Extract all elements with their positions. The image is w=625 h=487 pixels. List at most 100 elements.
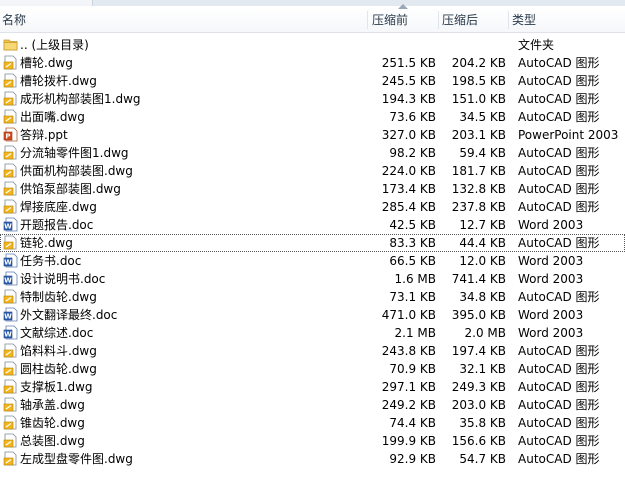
file-compressed-size: 471.0 KB xyxy=(381,308,436,322)
file-compressed-size: 66.5 KB xyxy=(389,254,436,268)
file-name: 总装图.dwg xyxy=(20,434,85,448)
file-name: 圆柱齿轮.dwg xyxy=(20,362,97,376)
file-compressed-size: 73.1 KB xyxy=(389,290,436,304)
folder-icon xyxy=(3,37,18,52)
column-name[interactable]: 名称 xyxy=(0,8,367,32)
file-size: 237.8 KB xyxy=(451,200,506,214)
column-divider[interactable] xyxy=(367,11,368,29)
file-type: AutoCAD 图形 xyxy=(518,182,600,196)
file-type: AutoCAD 图形 xyxy=(518,56,600,70)
file-type: AutoCAD 图形 xyxy=(518,380,600,394)
file-size: 34.8 KB xyxy=(459,290,506,304)
file-row[interactable]: 出面嘴.dwg 73.6 KB 34.5 KB AutoCAD 图形 xyxy=(0,108,625,126)
file-type: Word 2003 xyxy=(518,272,584,286)
file-row[interactable]: 轴承盖.dwg 249.2 KB 203.0 KB AutoCAD 图形 xyxy=(0,396,625,414)
file-name: 链轮.dwg xyxy=(20,236,73,250)
file-row[interactable]: 链轮.dwg 83.3 KB 44.4 KB AutoCAD 图形 xyxy=(0,234,625,252)
dwg-file-icon xyxy=(3,163,18,178)
file-name: 馅料料斗.dwg xyxy=(20,344,97,358)
doc-file-icon: W xyxy=(3,325,18,340)
file-name: 槽轮拨杆.dwg xyxy=(20,74,97,88)
file-compressed-size: 1.6 MB xyxy=(394,272,436,286)
file-row[interactable]: 锥齿轮.dwg 74.4 KB 35.8 KB AutoCAD 图形 xyxy=(0,414,625,432)
doc-file-icon: W xyxy=(3,307,18,322)
column-size[interactable]: 压缩后 xyxy=(440,8,508,32)
file-row[interactable]: 支撑板1.dwg 297.1 KB 249.3 KB AutoCAD 图形 xyxy=(0,378,625,396)
file-type: AutoCAD 图形 xyxy=(518,452,600,466)
file-row[interactable]: 圆柱齿轮.dwg 70.9 KB 32.1 KB AutoCAD 图形 xyxy=(0,360,625,378)
file-type: AutoCAD 图形 xyxy=(518,434,600,448)
dwg-file-icon xyxy=(3,91,18,106)
dwg-file-icon xyxy=(3,343,18,358)
file-size: 249.3 KB xyxy=(451,380,506,394)
file-row[interactable]: P 答辩.ppt 327.0 KB 203.1 KB PowerPoint 2003 xyxy=(0,126,625,144)
file-type: AutoCAD 图形 xyxy=(518,362,600,376)
column-compressed[interactable]: 压缩前 xyxy=(370,4,438,32)
file-name: 轴承盖.dwg xyxy=(20,398,85,412)
svg-text:W: W xyxy=(4,277,12,285)
file-type: PowerPoint 2003 xyxy=(518,128,619,142)
file-size: 181.7 KB xyxy=(451,164,506,178)
file-row[interactable]: W 任务书.doc 66.5 KB 12.0 KB Word 2003 xyxy=(0,252,625,270)
file-size: 203.1 KB xyxy=(451,128,506,142)
file-compressed-size: 92.9 KB xyxy=(389,452,436,466)
dwg-file-icon xyxy=(3,397,18,412)
file-size: 44.4 KB xyxy=(459,236,506,250)
doc-file-icon: W xyxy=(3,271,18,286)
file-row[interactable]: 分流轴零件图1.dwg 98.2 KB 59.4 KB AutoCAD 图形 xyxy=(0,144,625,162)
column-header: 名称 压缩前 压缩后 类型 xyxy=(0,4,625,33)
dwg-file-icon xyxy=(3,181,18,196)
file-list: .. (上级目录) 文件夹 槽轮.dwg 251.5 KB 204.2 KB AutoCA… xyxy=(0,36,625,468)
file-size xyxy=(440,36,506,54)
doc-file-icon: W xyxy=(3,217,18,232)
file-row[interactable]: 槽轮.dwg 251.5 KB 204.2 KB AutoCAD 图形 xyxy=(0,54,625,72)
file-size: 151.0 KB xyxy=(451,92,506,106)
file-type: 文件夹 xyxy=(518,38,555,52)
file-type: Word 2003 xyxy=(518,254,584,268)
file-compressed-size: 98.2 KB xyxy=(389,146,436,160)
file-row[interactable]: 槽轮拨杆.dwg 245.5 KB 198.5 KB AutoCAD 图形 xyxy=(0,72,625,90)
file-size: 54.7 KB xyxy=(459,452,506,466)
file-row[interactable]: 特制齿轮.dwg 73.1 KB 34.8 KB AutoCAD 图形 xyxy=(0,288,625,306)
file-row[interactable]: 馅料料斗.dwg 243.8 KB 197.4 KB AutoCAD 图形 xyxy=(0,342,625,360)
file-name: 左成型盘零件图.dwg xyxy=(20,452,133,466)
file-type: AutoCAD 图形 xyxy=(518,398,600,412)
file-row[interactable]: W 设计说明书.doc 1.6 MB 741.4 KB Word 2003 xyxy=(0,270,625,288)
file-compressed-size: 74.4 KB xyxy=(389,416,436,430)
file-row[interactable]: .. (上级目录) 文件夹 xyxy=(0,36,625,54)
file-compressed-size: 2.1 MB xyxy=(394,326,436,340)
file-row[interactable]: 供馅泵部装图.dwg 173.4 KB 132.8 KB AutoCAD 图形 xyxy=(0,180,625,198)
file-compressed-size: 83.3 KB xyxy=(389,236,436,250)
file-name: 支撑板1.dwg xyxy=(20,380,93,394)
file-type: AutoCAD 图形 xyxy=(518,290,600,304)
file-name: 特制齿轮.dwg xyxy=(20,290,97,304)
toolbar-strip xyxy=(0,0,625,6)
file-type: AutoCAD 图形 xyxy=(518,146,600,160)
file-compressed-size: 173.4 KB xyxy=(381,182,436,196)
file-row[interactable]: W 文献综述.doc 2.1 MB 2.0 MB Word 2003 xyxy=(0,324,625,342)
column-divider[interactable] xyxy=(508,11,509,29)
file-size: 741.4 KB xyxy=(451,272,506,286)
dwg-file-icon xyxy=(3,235,18,250)
file-row[interactable]: 成形机构部装图1.dwg 194.3 KB 151.0 KB AutoCAD 图形 xyxy=(0,90,625,108)
column-compressed-label: 压缩前 xyxy=(372,13,409,27)
file-row[interactable]: 左成型盘零件图.dwg 92.9 KB 54.7 KB AutoCAD 图形 xyxy=(0,450,625,468)
file-type: AutoCAD 图形 xyxy=(518,236,600,250)
file-row[interactable]: 总装图.dwg 199.9 KB 156.6 KB AutoCAD 图形 xyxy=(0,432,625,450)
file-row[interactable]: 焊接底座.dwg 285.4 KB 237.8 KB AutoCAD 图形 xyxy=(0,198,625,216)
file-row[interactable]: W 外文翻译最终.doc 471.0 KB 395.0 KB Word 2003 xyxy=(0,306,625,324)
file-compressed-size: 199.9 KB xyxy=(381,434,436,448)
file-type: AutoCAD 图形 xyxy=(518,344,600,358)
dwg-file-icon xyxy=(3,145,18,160)
dwg-file-icon xyxy=(3,451,18,466)
dwg-file-icon xyxy=(3,55,18,70)
file-row[interactable]: W 开题报告.doc 42.5 KB 12.7 KB Word 2003 xyxy=(0,216,625,234)
dwg-file-icon xyxy=(3,415,18,430)
file-row[interactable]: 供面机构部装图.dwg 224.0 KB 181.7 KB AutoCAD 图形 xyxy=(0,162,625,180)
file-compressed-size: 297.1 KB xyxy=(381,380,436,394)
column-divider[interactable] xyxy=(438,11,439,29)
file-name: 出面嘴.dwg xyxy=(20,110,85,124)
file-compressed-size: 327.0 KB xyxy=(381,128,436,142)
file-size: 59.4 KB xyxy=(459,146,506,160)
column-type[interactable]: 类型 xyxy=(510,8,625,32)
